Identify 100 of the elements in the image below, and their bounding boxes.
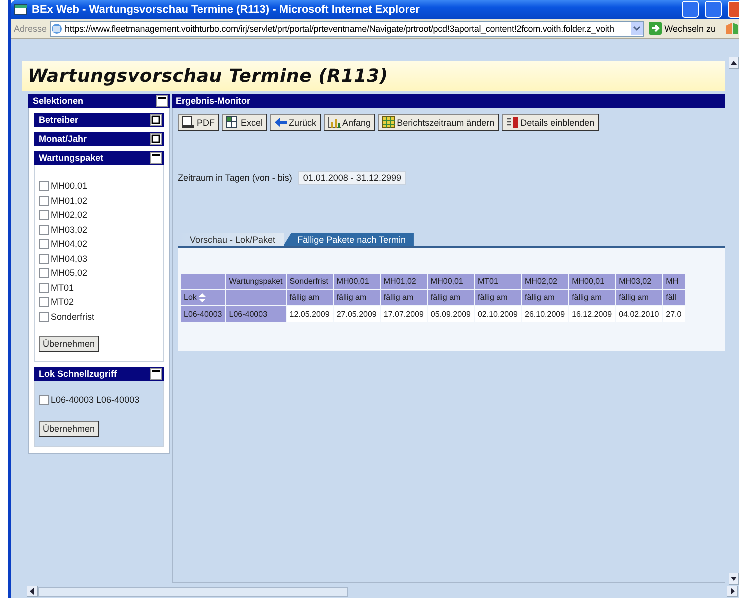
toolbar-button[interactable]: Anfang xyxy=(324,114,376,131)
column-header: MH xyxy=(663,274,685,289)
checkbox-label: MH01,02 xyxy=(51,196,88,206)
section-header[interactable]: Monat/Jahr xyxy=(34,132,164,146)
period-label: Zeitraum in Tagen (von - bis) xyxy=(178,173,292,183)
scroll-down-icon xyxy=(729,573,739,585)
table-cell: 16.12.2009 xyxy=(569,306,616,322)
column-header: MH02,02 xyxy=(522,274,568,289)
checkbox-label: L06-40003 L06-40003 xyxy=(51,395,140,406)
go-button[interactable]: Wechseln zu xyxy=(646,22,722,35)
collapse-icon[interactable] xyxy=(150,152,162,164)
column-header: fällig am xyxy=(522,290,568,305)
scroll-left-icon xyxy=(27,586,38,597)
table-cell: L06-40003 xyxy=(226,306,286,322)
checkbox[interactable] xyxy=(39,210,49,220)
column-header: fällig am xyxy=(569,290,616,305)
section-header[interactable]: Lok Schnellzugriff xyxy=(34,367,164,381)
minimize-button[interactable] xyxy=(682,1,699,18)
checkbox[interactable] xyxy=(39,395,49,406)
toolbar-button[interactable]: Berichtszeitraum ändern xyxy=(378,114,499,131)
checkbox-label: MH00,01 xyxy=(51,181,88,192)
maximize-button[interactable] xyxy=(705,1,722,18)
checkbox[interactable] xyxy=(39,196,49,206)
sort-icon[interactable] xyxy=(198,292,207,302)
column-header: fällig am xyxy=(474,290,522,305)
arrow-right-icon xyxy=(648,22,662,35)
checkbox-label: MH02,02 xyxy=(51,210,88,220)
scroll-right-icon xyxy=(727,586,738,597)
checkbox-label: MH04,03 xyxy=(51,254,88,264)
column-header: MH03,02 xyxy=(616,274,662,289)
sidebar-title: Selektionen xyxy=(33,96,84,106)
checkbox[interactable] xyxy=(39,297,49,308)
checkbox[interactable] xyxy=(39,254,49,264)
address-field[interactable]: https://www.fleetmanagement.voithturbo.com/irj/servlet/prt/portal/prteventname/Navigate/prtroot/pcd!3aportal_content!2fcom.voith.folder.z_voith xyxy=(50,20,644,36)
table-cell: 04.02.2010 xyxy=(616,306,662,322)
checkbox[interactable] xyxy=(39,268,49,278)
column-header: fäll xyxy=(663,290,685,305)
section-title: Monat/Jahr xyxy=(39,134,88,144)
list-icon xyxy=(506,116,520,129)
apply-button[interactable]: Übernehmen xyxy=(39,336,100,352)
checkbox[interactable] xyxy=(39,239,49,250)
table-cell: 26.10.2009 xyxy=(522,306,568,322)
table-cell: 12.05.2009 xyxy=(286,306,333,322)
table-cell: 17.07.2009 xyxy=(380,306,427,322)
column-header: Wartungspaket xyxy=(226,274,286,289)
toolbar-button[interactable]: Details einblenden xyxy=(502,114,599,131)
column-header: fällig am xyxy=(616,290,662,305)
checkbox-label: MT01 xyxy=(51,282,74,293)
expand-icon[interactable] xyxy=(150,114,162,126)
grid-icon xyxy=(382,116,396,129)
checkbox[interactable] xyxy=(39,181,49,192)
scrollbar-thumb[interactable] xyxy=(38,586,348,596)
expand-icon[interactable] xyxy=(150,133,162,145)
column-header: Lok xyxy=(181,290,226,305)
checkbox-label: MH04,02 xyxy=(51,239,88,250)
window-title: BEx Web - Wartungsvorschau Termine (R113) - Microsoft Internet Explorer xyxy=(32,4,421,16)
table-cell: L06-40003 xyxy=(181,306,226,322)
apply-button[interactable]: Übernehmen xyxy=(39,420,100,436)
column-header: MT01 xyxy=(474,274,522,289)
toolbar-button[interactable]: Zurück xyxy=(270,114,321,131)
section-title: Wartungspaket xyxy=(39,153,104,163)
address-label: Adresse xyxy=(14,24,48,34)
table-cell: 27.0 xyxy=(663,306,685,322)
collapse-icon[interactable] xyxy=(156,95,168,107)
checkbox[interactable] xyxy=(39,224,49,235)
close-button[interactable] xyxy=(728,1,739,18)
period-field: 01.01.2008 - 31.12.2999 xyxy=(298,171,406,185)
spreadsheet-icon xyxy=(226,116,240,129)
checkbox[interactable] xyxy=(39,312,49,322)
tab[interactable]: Fällige Pakete nach Termin xyxy=(284,233,414,246)
section-header[interactable]: Wartungspaket xyxy=(34,151,164,165)
arrow-left-icon xyxy=(274,116,288,129)
column-header: MH01,02 xyxy=(380,274,427,289)
column-header: Sonderfrist xyxy=(286,274,333,289)
toolbar-button[interactable]: PDF xyxy=(178,114,219,131)
column-header: fällig am xyxy=(380,290,427,305)
checkbox-label: MH03,02 xyxy=(51,224,88,235)
section-header[interactable]: Betreiber xyxy=(34,113,164,127)
dropdown-icon[interactable] xyxy=(630,22,643,35)
checkbox-label: MT02 xyxy=(51,297,74,308)
checkbox-label: MH05,02 xyxy=(51,268,88,278)
column-header: fällig am xyxy=(428,290,474,305)
scroll-up-icon xyxy=(729,57,739,69)
page-title: Wartungsvorschau Termine (R113) xyxy=(22,61,725,91)
checkbox-label: Sonderfrist xyxy=(51,312,95,322)
column-header: fällig am xyxy=(286,290,333,305)
toolbar-button[interactable]: Excel xyxy=(222,114,268,131)
chart-icon xyxy=(328,116,342,129)
column-header: MH00,01 xyxy=(569,274,616,289)
panel-header: Ergebnis-Monitor xyxy=(172,94,725,108)
section-title: Betreiber xyxy=(39,115,79,125)
section-title: Lok Schnellzugriff xyxy=(39,369,118,379)
column-header: MH00,01 xyxy=(428,274,474,289)
checkbox[interactable] xyxy=(39,282,49,293)
column-header: MH00,01 xyxy=(334,274,380,289)
table-cell: 02.10.2009 xyxy=(474,306,522,322)
column-header: fällig am xyxy=(334,290,380,305)
table-cell: 05.09.2009 xyxy=(428,306,474,322)
table-cell: 27.05.2009 xyxy=(334,306,380,322)
collapse-icon[interactable] xyxy=(150,368,162,380)
